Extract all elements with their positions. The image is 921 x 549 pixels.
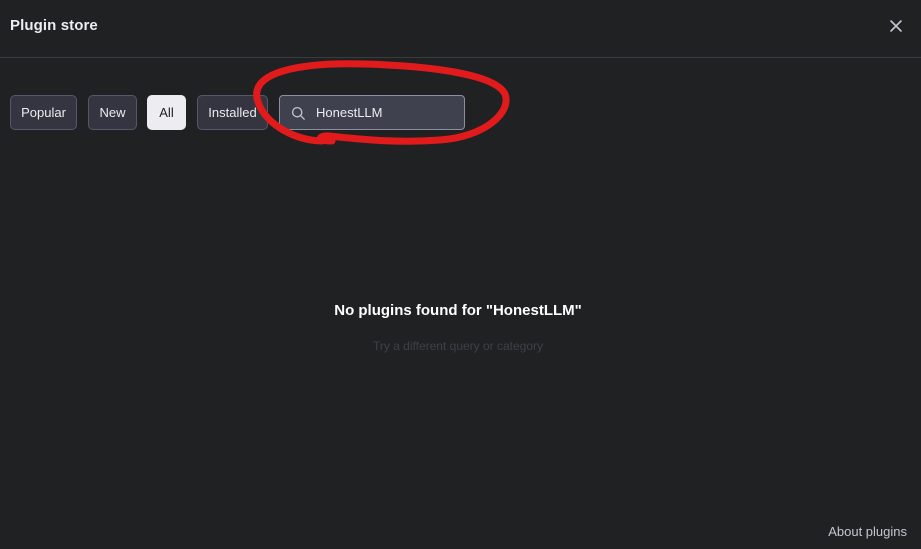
about-plugins-link[interactable]: About plugins <box>828 524 907 539</box>
filter-new[interactable]: New <box>88 95 137 130</box>
filter-installed[interactable]: Installed <box>197 95 268 130</box>
search-box[interactable] <box>279 95 465 130</box>
modal-header: Plugin store <box>0 0 921 58</box>
filter-label: All <box>159 105 174 120</box>
red-circle-annotation <box>253 60 510 145</box>
close-icon <box>890 20 902 32</box>
page-title: Plugin store <box>10 17 98 34</box>
plugin-store-modal: Plugin store Popular New All Installed N… <box>0 0 921 549</box>
filter-popular[interactable]: Popular <box>10 95 77 130</box>
search-input[interactable] <box>316 96 456 129</box>
empty-state-title: No plugins found for "HonestLLM" <box>334 302 582 319</box>
search-icon <box>291 106 305 120</box>
filter-label: Popular <box>21 105 66 120</box>
filter-all[interactable]: All <box>147 95 186 130</box>
close-button[interactable] <box>886 16 906 36</box>
filter-label: Installed <box>208 105 257 120</box>
filter-label: New <box>99 105 126 120</box>
empty-state-subtitle: Try a different query or category <box>372 339 544 353</box>
